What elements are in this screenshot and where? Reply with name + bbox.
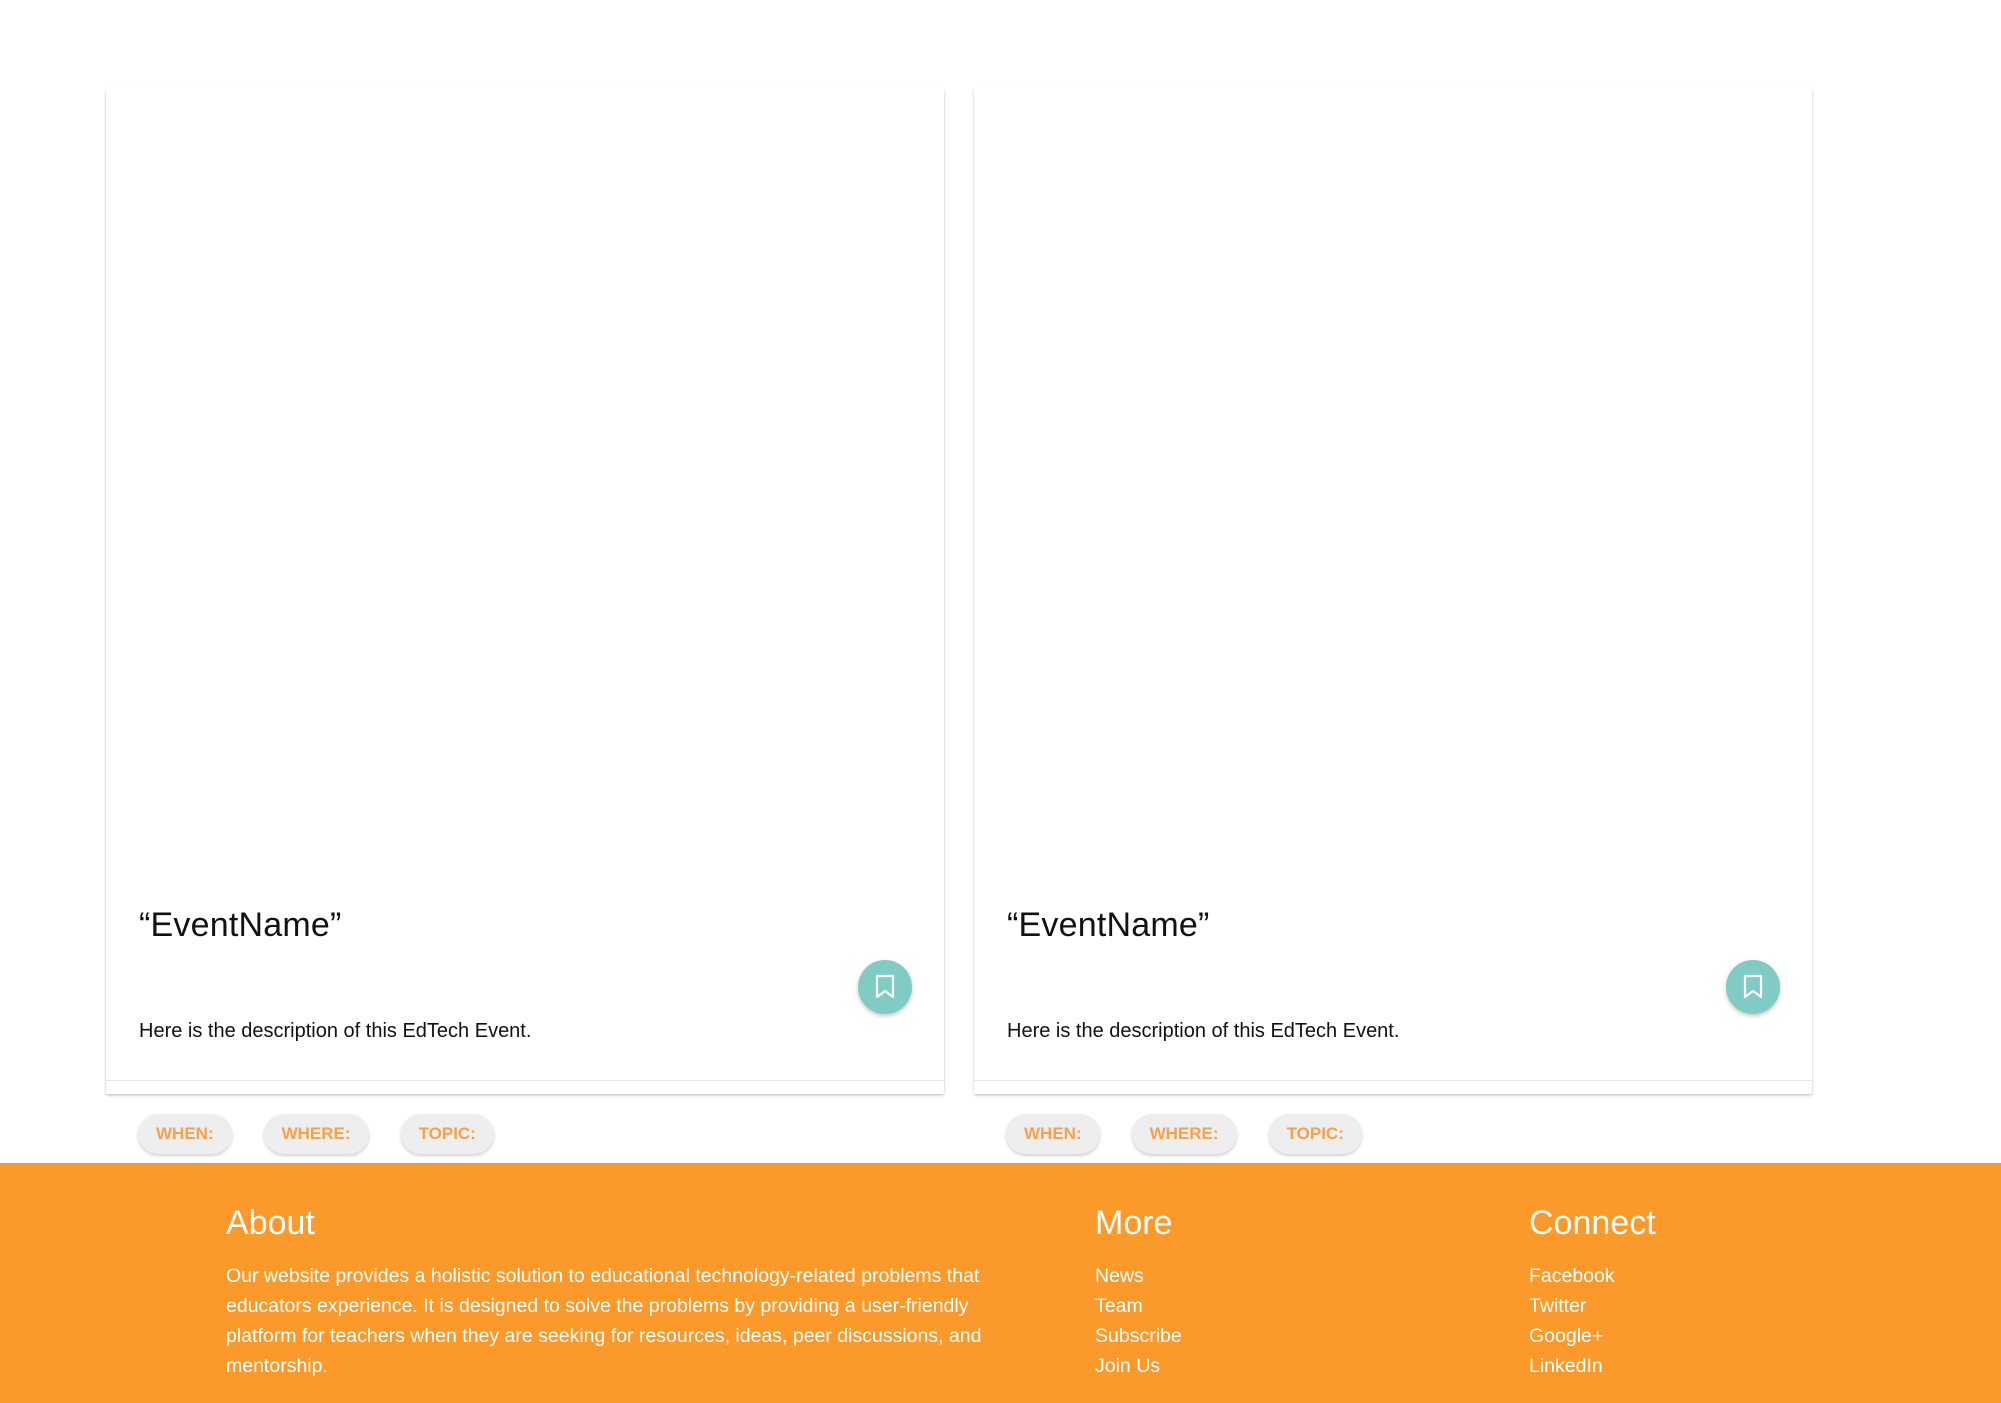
event-card: “EventName” Here is the description of t… bbox=[106, 88, 944, 1154]
event-title: “EventName” bbox=[139, 906, 342, 944]
footer-link-subscribe[interactable]: Subscribe bbox=[1095, 1321, 1182, 1351]
event-chips: WHEN: WHERE: TOPIC: bbox=[1006, 1114, 1362, 1154]
footer-link-join-us[interactable]: Join Us bbox=[1095, 1351, 1182, 1381]
card-divider bbox=[106, 1080, 944, 1081]
footer-connect-heading: Connect bbox=[1529, 1204, 1656, 1242]
footer-link-linkedin[interactable]: LinkedIn bbox=[1529, 1351, 1656, 1381]
event-description: Here is the description of this EdTech E… bbox=[1007, 1020, 1400, 1042]
chip-when[interactable]: WHEN: bbox=[138, 1114, 232, 1154]
footer-more-heading: More bbox=[1095, 1204, 1173, 1242]
footer-link-facebook[interactable]: Facebook bbox=[1529, 1261, 1656, 1291]
footer-more: More News Team Subscribe Join Us bbox=[1095, 1203, 1182, 1381]
footer-connect: Connect Facebook Twitter Google+ LinkedI… bbox=[1529, 1203, 1656, 1381]
footer-link-news[interactable]: News bbox=[1095, 1261, 1182, 1291]
chip-topic[interactable]: TOPIC: bbox=[400, 1114, 494, 1154]
card-image bbox=[974, 88, 1812, 788]
event-card-list: “EventName” Here is the description of t… bbox=[106, 88, 1812, 1154]
event-chips: WHEN: WHERE: TOPIC: bbox=[138, 1114, 494, 1154]
event-description: Here is the description of this EdTech E… bbox=[139, 1020, 532, 1042]
footer-about-text: Our website provides a holistic solution… bbox=[226, 1265, 982, 1377]
chip-where[interactable]: WHERE: bbox=[1131, 1114, 1237, 1154]
event-card: “EventName” Here is the description of t… bbox=[974, 88, 1812, 1154]
bookmark-button[interactable] bbox=[858, 960, 912, 1014]
chip-when[interactable]: WHEN: bbox=[1006, 1114, 1100, 1154]
chip-where[interactable]: WHERE: bbox=[263, 1114, 369, 1154]
card-image bbox=[106, 88, 944, 788]
page: “EventName” Here is the description of t… bbox=[0, 0, 2001, 1403]
footer-link-google-plus[interactable]: Google+ bbox=[1529, 1321, 1656, 1351]
chip-topic[interactable]: TOPIC: bbox=[1268, 1114, 1362, 1154]
footer-about: About Our website provides a holistic so… bbox=[226, 1203, 1026, 1381]
footer-about-heading: About bbox=[226, 1204, 315, 1242]
event-title: “EventName” bbox=[1007, 906, 1210, 944]
footer-connect-links: Facebook Twitter Google+ LinkedIn bbox=[1529, 1261, 1656, 1381]
footer-link-twitter[interactable]: Twitter bbox=[1529, 1291, 1656, 1321]
card-divider bbox=[974, 1080, 1812, 1081]
bookmark-icon bbox=[1743, 974, 1763, 999]
site-footer: About Our website provides a holistic so… bbox=[0, 1163, 2001, 1403]
footer-more-links: News Team Subscribe Join Us bbox=[1095, 1261, 1182, 1381]
bookmark-icon bbox=[875, 974, 895, 999]
footer-link-team[interactable]: Team bbox=[1095, 1291, 1182, 1321]
bookmark-button[interactable] bbox=[1726, 960, 1780, 1014]
